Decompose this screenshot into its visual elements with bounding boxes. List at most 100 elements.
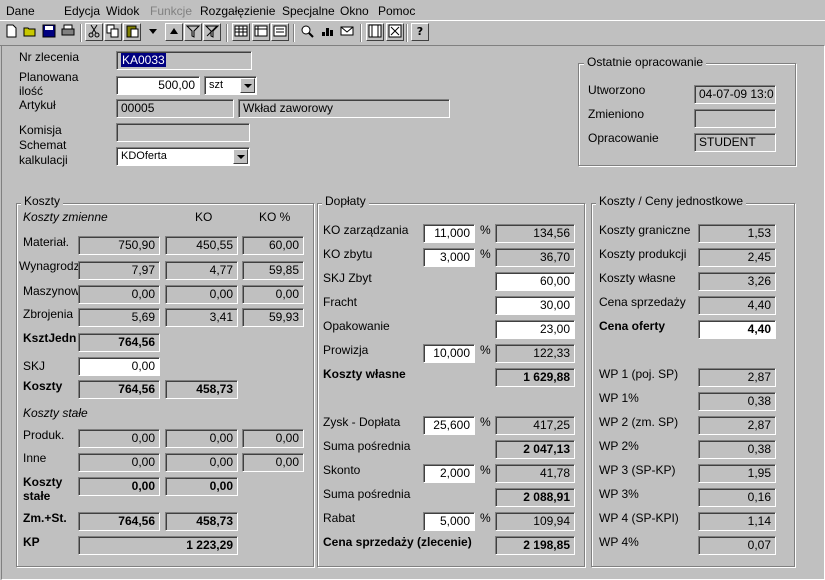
production-costs-label: Koszty produkcji — [599, 247, 687, 261]
ko-mgmt-label: KO zarządzania — [323, 223, 409, 237]
menu-funkcje[interactable]: Funkcje — [150, 4, 192, 18]
scheme-select[interactable]: KDOferta — [116, 147, 250, 166]
profit-value: 417,25 — [495, 416, 575, 435]
new-document-icon[interactable] — [2, 23, 20, 41]
zoom-icon[interactable] — [298, 23, 316, 41]
menu-specjalne[interactable]: Specjalne — [282, 4, 335, 18]
created-label: Utworzono — [588, 83, 646, 97]
chevron-down-icon[interactable] — [233, 149, 248, 164]
clear-filter-icon[interactable] — [203, 23, 221, 41]
rebate-pct-input[interactable]: 5,000 — [423, 512, 475, 531]
commission-field[interactable] — [116, 123, 250, 142]
freight-input[interactable]: 30,00 — [495, 296, 575, 315]
commission-fee-pct-input[interactable]: 10,000 — [423, 344, 475, 363]
menu-okno[interactable]: Okno — [340, 4, 369, 18]
menu-pomoc[interactable]: Pomoc — [378, 4, 415, 18]
unit-select[interactable]: szt — [204, 76, 257, 95]
surcharges-title: Dopłaty — [322, 194, 369, 208]
changed-field — [694, 109, 776, 128]
offer-price-input[interactable]: 4,40 — [698, 320, 776, 339]
profit-pct-input[interactable]: 25,600 — [423, 416, 475, 435]
kp-value: 1 223,29 — [78, 536, 238, 555]
dropdown-arrow-icon[interactable] — [144, 23, 162, 41]
wp2-value: 2,87 — [698, 416, 776, 435]
production-ko-pct: 0,00 — [242, 429, 304, 448]
discount-label: Skonto — [323, 463, 361, 477]
own-unit-costs-value: 3,26 — [698, 272, 776, 291]
article-name-field[interactable]: Wkład zaworowy — [238, 99, 450, 118]
fixed-total-value: 0,00 — [78, 477, 160, 496]
wp3-pct-value: 0,16 — [698, 488, 776, 507]
discount-pct-input[interactable]: 2,000 — [423, 464, 475, 483]
packaging-label: Opakowanie — [323, 319, 390, 333]
wp1-value: 2,87 — [698, 368, 776, 387]
order-no-value: KA0033 — [121, 53, 166, 67]
ko-mgmt-pct-input[interactable]: 11,000 — [423, 224, 475, 243]
menu-rozgalezienie[interactable]: Rozgałęzienie — [200, 4, 275, 18]
article-label: Artykuł — [19, 98, 56, 112]
wp1-label: WP 1 (poj. SP) — [599, 367, 679, 381]
menu-widok[interactable]: Widok — [106, 4, 139, 18]
other-ko-pct: 0,00 — [242, 453, 304, 472]
sort-up-icon[interactable] — [165, 23, 183, 41]
layout-icon[interactable] — [366, 23, 384, 41]
unit-sale-price-value: 4,40 — [698, 296, 776, 315]
commission-fee-pct-sign: % — [480, 343, 491, 357]
help-icon[interactable]: ? — [411, 23, 429, 41]
menu-dane[interactable]: Dane — [6, 4, 35, 18]
mail-icon[interactable] — [338, 23, 356, 41]
total-costs-ko: 458,73 — [165, 380, 238, 399]
variable-fixed-label: Zm.+St. — [23, 511, 67, 525]
delete-icon[interactable] — [386, 23, 404, 41]
skj-sales-input[interactable]: 60,00 — [495, 272, 575, 291]
unit-sale-price-label: Cena sprzedaży — [599, 295, 686, 309]
scheme-label-line2: kalkulacji — [19, 153, 68, 167]
table-view-icon[interactable] — [252, 23, 270, 41]
chevron-down-icon[interactable] — [240, 78, 255, 93]
machine-value: 0,00 — [78, 285, 160, 304]
filter-icon[interactable] — [184, 23, 202, 41]
wages-label: Wynagrodz. — [19, 259, 83, 273]
copy-icon[interactable] — [104, 23, 122, 41]
production-label: Produk. — [23, 428, 65, 442]
ko-pct-header: KO % — [259, 210, 291, 224]
sale-price-value: 2 198,85 — [495, 536, 575, 555]
skj-input[interactable]: 0,00 — [78, 357, 160, 376]
unit-prices-title: Koszty / Ceny jednostkowe — [596, 194, 747, 208]
planned-qty-input[interactable]: 500,00 — [116, 76, 200, 95]
form-view-icon[interactable] — [271, 23, 289, 41]
marginal-costs-label: Koszty graniczne — [599, 223, 691, 237]
chart-icon[interactable] — [318, 23, 336, 41]
subtotal1-value: 2 047,13 — [495, 440, 575, 459]
grid-view-icon[interactable] — [232, 23, 250, 41]
wp2-pct-value: 0,38 — [698, 440, 776, 459]
freight-label: Fracht — [323, 295, 358, 309]
cut-icon[interactable] — [85, 23, 103, 41]
print-icon[interactable] — [59, 23, 77, 41]
discount-pct-sign: % — [480, 463, 491, 477]
article-no-field[interactable]: 00005 — [116, 99, 234, 118]
variable-fixed-value: 764,56 — [78, 512, 160, 531]
save-icon[interactable] — [40, 23, 58, 41]
production-value: 0,00 — [78, 429, 160, 448]
edited-field: STUDENT — [694, 133, 776, 152]
production-ko: 0,00 — [165, 429, 238, 448]
material-ko: 450,55 — [165, 236, 238, 255]
wp3-value: 1,95 — [698, 464, 776, 483]
machine-label: Maszynowe — [23, 284, 87, 298]
ko-sales-pct-input[interactable]: 3,000 — [423, 248, 475, 267]
commission-fee-label: Prowizja — [323, 343, 369, 357]
packaging-input[interactable]: 23,00 — [495, 320, 575, 339]
material-label: Materiał. — [23, 235, 70, 249]
wp2-pct-label: WP 2% — [599, 439, 639, 453]
menu-edycja[interactable]: Edycja — [64, 4, 100, 18]
wp2-label: WP 2 (zm. SP) — [599, 415, 679, 429]
subtotal2-label: Suma pośrednia — [323, 487, 411, 501]
commission-fee-value: 122,33 — [495, 344, 575, 363]
order-no-field[interactable]: KA0033 — [116, 51, 252, 70]
ko-sales-pct-sign: % — [480, 247, 491, 261]
own-costs-label: Koszty własne — [323, 367, 406, 381]
fixed-costs-title: Koszty stałe — [23, 406, 88, 420]
paste-icon[interactable] — [123, 23, 141, 41]
open-folder-icon[interactable] — [21, 23, 39, 41]
